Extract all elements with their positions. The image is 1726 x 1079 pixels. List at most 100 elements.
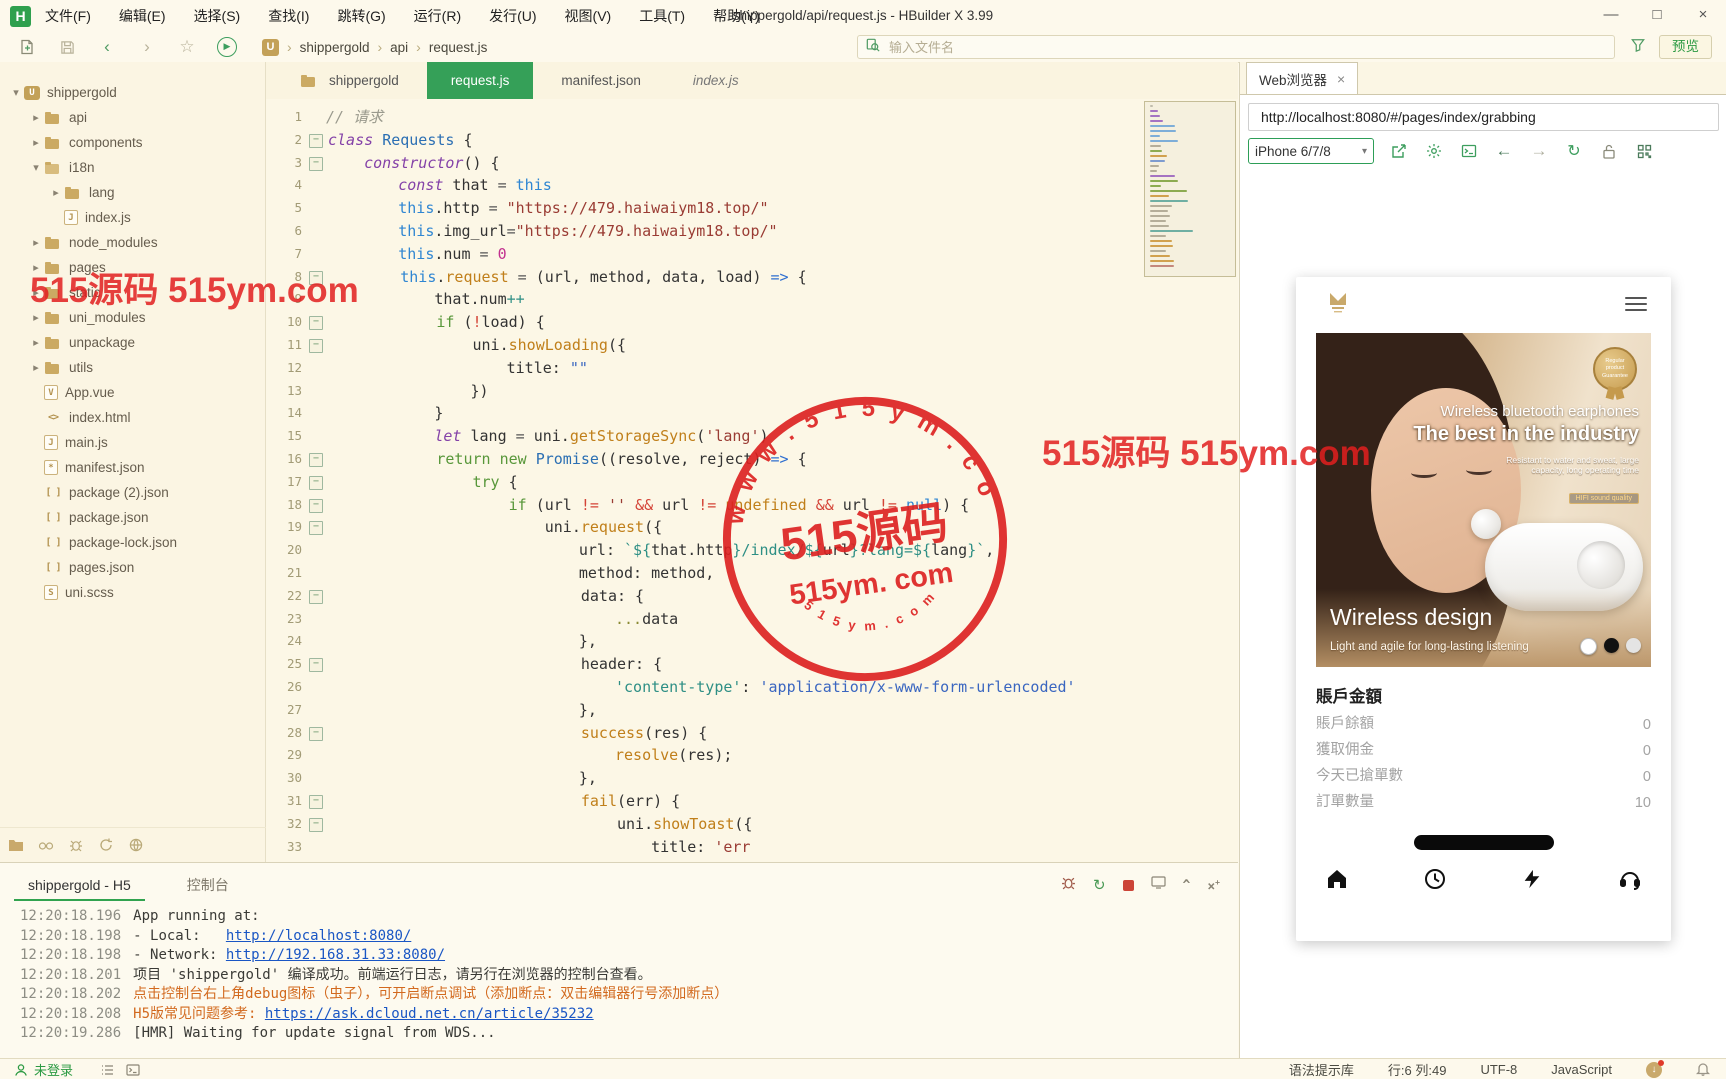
tree-toggle-icon[interactable]: ▾ (8, 86, 24, 99)
tree-item-uni.scss[interactable]: Suni.scss (0, 580, 265, 605)
line-number[interactable]: 33 (266, 836, 302, 859)
tree-item-unpackage[interactable]: ▸unpackage (0, 330, 265, 355)
color-option-dots[interactable] (1580, 638, 1641, 655)
grab-progress-pill[interactable] (1414, 835, 1554, 850)
tree-item-lang[interactable]: ▸lang (0, 180, 265, 205)
editor-tab-request.js[interactable]: request.js (427, 62, 534, 99)
fold-icon[interactable]: − (309, 476, 323, 490)
plugins-icon[interactable] (126, 835, 146, 855)
line-number[interactable]: 24 (266, 630, 302, 653)
menu-item[interactable]: 文件(F) (45, 6, 91, 26)
line-number[interactable]: 28 (266, 722, 302, 745)
find-icon[interactable] (36, 835, 56, 855)
tree-toggle-icon[interactable]: ▾ (28, 161, 44, 174)
status-item[interactable]: 语法提示库 (1289, 1060, 1354, 1079)
log-link[interactable]: http://192.168.31.33:8080/ (226, 947, 445, 963)
tree-item-node_modules[interactable]: ▸node_modules (0, 230, 265, 255)
menu-hamburger-icon[interactable] (1625, 297, 1647, 311)
color-dot[interactable] (1604, 638, 1619, 653)
terminal-icon[interactable] (126, 1064, 140, 1076)
menu-item[interactable]: 工具(T) (639, 6, 685, 26)
line-number[interactable]: 18 (266, 494, 302, 517)
console-tab-project[interactable]: shippergold - H5 (28, 863, 131, 907)
fold-icon[interactable]: − (309, 499, 323, 513)
browser-forward-icon[interactable]: → (1529, 141, 1549, 161)
file-search[interactable] (857, 35, 1615, 59)
log-link[interactable]: http://localhost:8080/ (226, 928, 411, 944)
breadcrumb-item[interactable]: shippergold (300, 40, 370, 55)
tree-item-components[interactable]: ▸components (0, 130, 265, 155)
lightning-icon[interactable] (1519, 866, 1545, 892)
fold-icon[interactable]: − (309, 590, 323, 604)
tree-toggle-icon[interactable]: ▸ (28, 336, 44, 349)
tree-item-api[interactable]: ▸api (0, 105, 265, 130)
line-number[interactable]: 17 (266, 471, 302, 494)
fold-icon[interactable]: − (309, 658, 323, 672)
console-tab-console[interactable]: 控制台 (187, 863, 229, 907)
line-number[interactable]: 12 (266, 357, 302, 380)
tree-item-pages.json[interactable]: [ ]pages.json (0, 555, 265, 580)
tree-toggle-icon[interactable]: ▸ (28, 236, 44, 249)
close-icon[interactable]: × (1680, 0, 1726, 32)
tree-item-index.js[interactable]: Jindex.js (0, 205, 265, 230)
update-icon[interactable]: ↓ (1646, 1062, 1662, 1078)
back-icon[interactable]: ‹ (94, 36, 120, 58)
line-number[interactable]: 22 (266, 585, 302, 608)
fold-icon[interactable]: − (309, 453, 323, 467)
menu-item[interactable]: 帮助(Y) (713, 6, 760, 26)
status-item[interactable]: 行:6 列:49 (1388, 1060, 1447, 1079)
tree-item-package-lock.json[interactable]: [ ]package-lock.json (0, 530, 265, 555)
tree-item-index.html[interactable]: <>index.html (0, 405, 265, 430)
line-number[interactable]: 23 (266, 608, 302, 631)
close-tab-icon[interactable]: × (1337, 71, 1345, 87)
menu-item[interactable]: 视图(V) (565, 6, 612, 26)
line-number[interactable]: 11 (266, 334, 302, 357)
fold-icon[interactable]: − (309, 339, 323, 353)
save-icon[interactable] (54, 36, 80, 58)
debug-icon[interactable] (66, 835, 86, 855)
restart-icon[interactable]: ↻ (1093, 876, 1106, 894)
line-number[interactable]: 27 (266, 699, 302, 722)
browser-back-icon[interactable]: ← (1494, 141, 1514, 161)
home-icon[interactable] (1324, 866, 1350, 892)
clock-icon[interactable] (1422, 866, 1448, 892)
color-dot[interactable] (1580, 638, 1597, 655)
line-number[interactable]: 30 (266, 767, 302, 790)
line-number[interactable]: 19 (266, 516, 302, 539)
fold-icon[interactable]: − (309, 134, 323, 148)
minimize-icon[interactable]: — (1588, 0, 1634, 32)
search-input[interactable] (887, 39, 1606, 56)
fold-icon[interactable]: − (309, 521, 323, 535)
url-input[interactable] (1259, 108, 1708, 126)
web-browser-tab[interactable]: Web浏览器 × (1246, 62, 1358, 94)
star-icon[interactable]: ☆ (174, 36, 200, 58)
tree-item-utils[interactable]: ▸utils (0, 355, 265, 380)
color-dot[interactable] (1626, 638, 1641, 653)
fold-icon[interactable]: − (309, 795, 323, 809)
tree-item-i18n[interactable]: ▾i18n (0, 155, 265, 180)
settings-gear-icon[interactable] (1424, 141, 1444, 161)
tree-toggle-icon[interactable]: ▸ (28, 136, 44, 149)
tree-toggle-icon[interactable]: ▸ (48, 186, 64, 199)
minimap[interactable] (1144, 99, 1236, 862)
line-number[interactable]: 26 (266, 676, 302, 699)
status-item[interactable]: JavaScript (1551, 1062, 1612, 1077)
line-number[interactable]: 3 (266, 152, 302, 175)
line-number[interactable]: 6 (266, 220, 302, 243)
line-number[interactable]: 32 (266, 813, 302, 836)
breadcrumb-item[interactable]: api (390, 40, 408, 55)
line-number[interactable]: 21 (266, 562, 302, 585)
log-link[interactable]: https://ask.dcloud.net.cn/article/35232 (265, 1006, 594, 1022)
status-item[interactable]: UTF-8 (1480, 1062, 1517, 1077)
clear-console-icon[interactable] (1151, 876, 1166, 894)
tree-item-main.js[interactable]: Jmain.js (0, 430, 265, 455)
debug-bug-icon[interactable] (1061, 875, 1076, 895)
line-number[interactable]: 25 (266, 653, 302, 676)
tree-item-App.vue[interactable]: VApp.vue (0, 380, 265, 405)
collapse-panel-icon[interactable]: ^ (1183, 879, 1191, 892)
line-number[interactable]: 16 (266, 448, 302, 471)
minimap-viewport[interactable] (1144, 101, 1236, 277)
close-panel-icon[interactable]: ×+ (1207, 876, 1220, 893)
line-number[interactable]: 1 (266, 106, 302, 129)
filter-icon[interactable] (1631, 38, 1645, 57)
